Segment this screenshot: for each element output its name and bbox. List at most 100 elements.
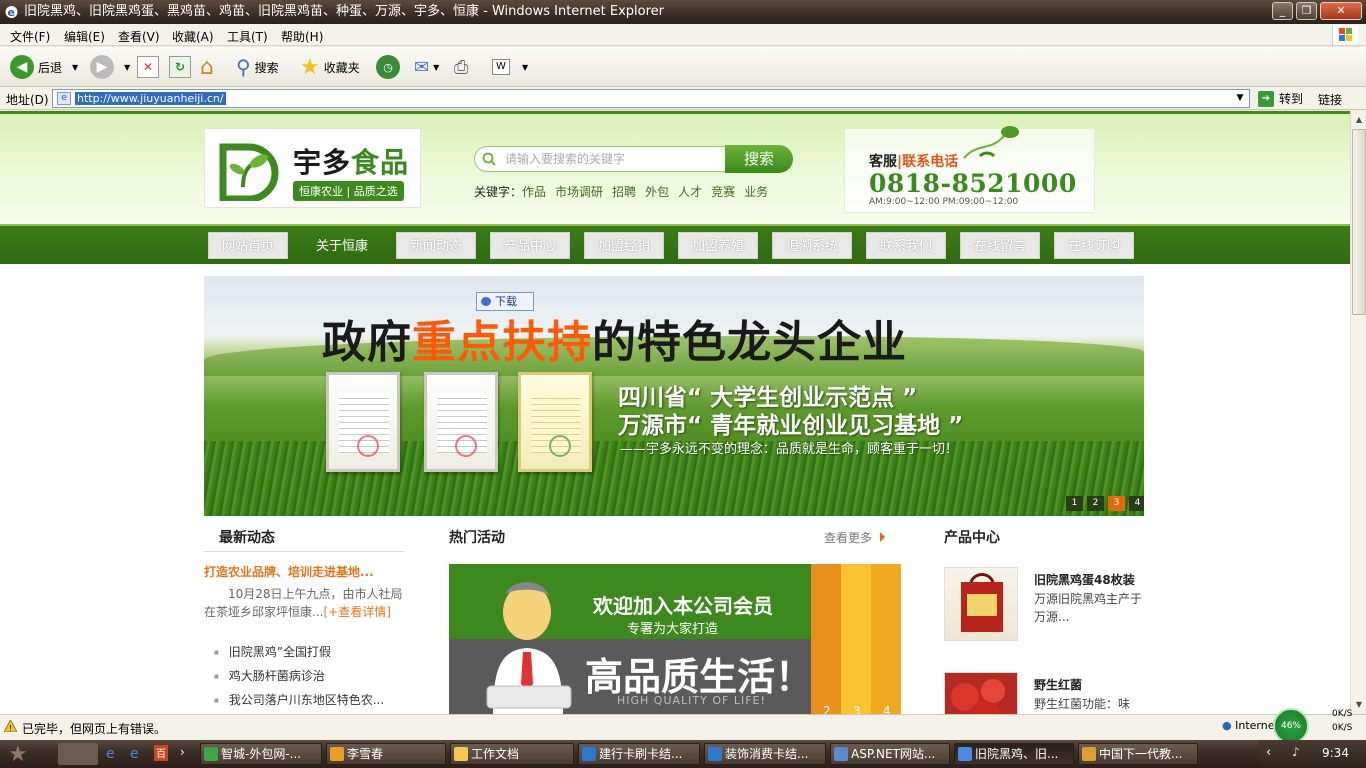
task-button[interactable]: 装饰消费卡结...: [704, 743, 826, 765]
keyword-link[interactable]: 市场调研: [555, 185, 603, 199]
news-item[interactable]: 我公司落户川东地区特色农...: [214, 691, 384, 708]
keyword-link[interactable]: 人才: [678, 185, 702, 199]
menu-edit[interactable]: 编辑(E): [64, 28, 105, 45]
task-button[interactable]: ASP.NET网站...: [830, 743, 950, 765]
app-quicklaunch-icon[interactable]: 百: [154, 745, 168, 761]
vertical-scrollbar[interactable]: ▲ ▼: [1350, 111, 1366, 714]
links-button[interactable]: 链接: [1318, 91, 1342, 108]
windows-logo-icon: [1332, 25, 1358, 45]
banner-dot-2[interactable]: 2: [1087, 496, 1104, 511]
ie-quicklaunch-icon[interactable]: e: [130, 746, 139, 762]
nav-contact[interactable]: 联系我们: [866, 232, 946, 259]
product-image[interactable]: [944, 567, 1018, 641]
keyword-link[interactable]: 招聘: [612, 185, 636, 199]
scroll-down-icon[interactable]: ▼: [1352, 697, 1366, 712]
site-logo[interactable]: 宇多食品 恒康农业 | 品质之选: [204, 128, 421, 208]
scroll-up-icon[interactable]: ▲: [1352, 112, 1366, 127]
edit-button[interactable]: W ▼: [492, 53, 528, 81]
nav-about[interactable]: 关于恒康: [302, 232, 382, 259]
nav-home[interactable]: 网站首页: [208, 232, 288, 259]
stop-button[interactable]: ✕: [137, 53, 159, 81]
promo-slogan: 高品质生活！: [585, 655, 814, 699]
promo-tab-3[interactable]: 3: [853, 704, 861, 714]
magnifier-icon: ⚲: [236, 55, 251, 79]
task-button[interactable]: 智城-外包网-...: [200, 743, 322, 765]
search-button[interactable]: ⚲ 搜索: [236, 53, 279, 81]
news-item[interactable]: 旧院黑鸡”全国打假: [214, 643, 331, 660]
task-button[interactable]: 工作文档: [450, 743, 574, 765]
menu-view[interactable]: 查看(V): [118, 28, 160, 45]
chevron-down-icon: ▼: [522, 62, 529, 72]
restore-button[interactable]: ❐: [1296, 2, 1317, 20]
banner-dot-4[interactable]: 4: [1129, 496, 1144, 511]
print-button[interactable]: ⎙: [454, 53, 468, 81]
start-star-icon[interactable]: ★: [8, 742, 28, 767]
history-icon: ◷: [376, 55, 400, 79]
banner-dot-3[interactable]: 3: [1108, 496, 1125, 511]
task-button[interactable]: 中国下一代教...: [1078, 743, 1198, 765]
volume-icon[interactable]: ♪: [1292, 745, 1300, 759]
menu-tools[interactable]: 工具(T): [227, 28, 268, 45]
promo-tab-2[interactable]: 2: [823, 704, 831, 714]
chevron-right-icon[interactable]: ›: [180, 745, 185, 759]
address-url: http://www.jiuyuanheiji.cn/: [75, 92, 226, 105]
view-more-link[interactable]: 查看更多: [824, 529, 885, 546]
product-name[interactable]: 旧院黑鸡蛋48枚装: [1034, 571, 1135, 588]
keywords-row: 关键字：作品 市场调研 招聘 外包 人才 竞赛 业务: [474, 183, 777, 200]
chevron-down-icon[interactable]: ▼: [1233, 91, 1247, 106]
news-item[interactable]: 鸡大肠杆菌病诊治: [214, 667, 325, 684]
forward-arrow-icon: ▶: [90, 55, 114, 79]
favorites-button[interactable]: ★ 收藏夹: [300, 53, 360, 81]
nav-order[interactable]: 在线订购: [1054, 232, 1134, 259]
member-promo-banner[interactable]: 欢迎加入本公司会员 专署为大家打造 高品质生活！ HIGH QUALITY OF…: [449, 564, 901, 714]
banner-line-3: ——宇多永远不变的理念：品质就是生命，顾客重于一切！: [620, 442, 959, 457]
status-message: 已完毕，但网页上有错误。: [22, 722, 167, 736]
nav-franchise[interactable]: 加盟经销: [584, 232, 664, 259]
news-summary: 10月28日上午九点，由市人社局在茶垭乡邱家坪恒康...[+查看详情]: [204, 587, 403, 619]
forward-button[interactable]: ▶ ▼: [90, 53, 130, 81]
news-headline[interactable]: 打造农业品牌、培训走进基地...: [204, 563, 394, 580]
banner-dot-1[interactable]: 1: [1066, 496, 1083, 511]
warning-icon[interactable]: !: [4, 720, 17, 732]
keyword-link[interactable]: 作品: [522, 185, 546, 199]
nav-breeding[interactable]: 加盟养殖: [678, 232, 758, 259]
nav-message[interactable]: 在线留言: [960, 232, 1040, 259]
quicklaunch-icon[interactable]: [58, 743, 98, 765]
product-name[interactable]: 野生红菌: [1034, 676, 1082, 693]
go-button[interactable]: ➔ 转到: [1258, 90, 1303, 107]
keyword-link[interactable]: 竞赛: [711, 185, 735, 199]
product-desc: 万源旧院黑鸡主产于万源...: [1034, 592, 1143, 624]
task-button[interactable]: 建行卡刷卡结...: [578, 743, 700, 765]
home-button[interactable]: ⌂: [200, 53, 214, 81]
nav-trace[interactable]: 追溯系统: [772, 232, 852, 259]
news-more-link[interactable]: [+查看详情]: [323, 605, 390, 619]
download-button[interactable]: 下载: [476, 292, 534, 311]
page-viewport: 宇多食品 恒康农业 | 品质之选 请输入要搜索的关键字 搜索 关键字：作品 市场调…: [0, 111, 1350, 714]
task-button[interactable]: 李雪春: [326, 743, 446, 765]
search-label: 搜索: [254, 60, 279, 75]
hero-banner[interactable]: 政府重点扶持的特色龙头企业 四川省“ 大学生创业示范点 ” 万源市“ 青年就业创…: [204, 276, 1144, 516]
site-search-input[interactable]: 请输入要搜索的关键字: [474, 146, 726, 172]
minimize-button[interactable]: _: [1272, 2, 1293, 20]
nav-news[interactable]: 新闻动态: [396, 232, 476, 259]
menu-help[interactable]: 帮助(H): [281, 28, 323, 45]
ie-quicklaunch-icon[interactable]: e: [106, 746, 115, 762]
refresh-button[interactable]: ↻: [169, 53, 191, 81]
mail-button[interactable]: ✉ ▼: [414, 53, 439, 81]
menu-favorites[interactable]: 收藏(A): [172, 28, 214, 45]
keyword-link[interactable]: 业务: [744, 185, 768, 199]
chevron-left-icon[interactable]: ‹: [1266, 745, 1271, 760]
history-button[interactable]: ◷: [376, 53, 400, 81]
star-icon: ★: [300, 54, 320, 80]
address-input[interactable]: e http://www.jiuyuanheiji.cn/ ▼: [52, 89, 1250, 108]
keyword-link[interactable]: 外包: [645, 185, 669, 199]
nav-products[interactable]: 产品中心: [490, 232, 570, 259]
promo-tab-4[interactable]: 4: [883, 704, 891, 714]
scroll-thumb[interactable]: [1352, 129, 1366, 315]
back-button[interactable]: ◀ 后退 ▼: [10, 53, 78, 81]
product-image[interactable]: [944, 672, 1018, 714]
close-button[interactable]: ✕: [1320, 2, 1362, 20]
menu-file[interactable]: 文件(F): [10, 28, 50, 45]
task-button-active[interactable]: 旧院黑鸡、旧...: [954, 743, 1074, 765]
site-search-button[interactable]: 搜索: [725, 145, 793, 173]
